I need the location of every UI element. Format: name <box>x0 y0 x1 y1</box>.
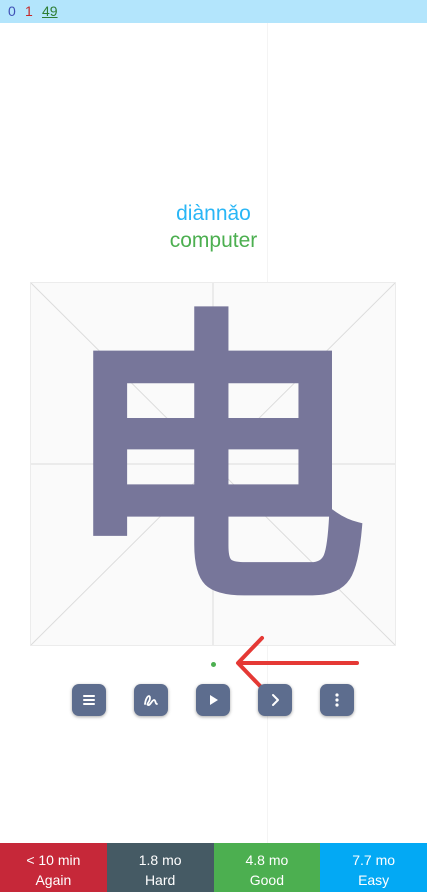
stroke-order-button[interactable] <box>134 684 168 716</box>
easy-interval: 7.7 mo <box>352 852 396 868</box>
again-button[interactable]: < 10 min Again <box>0 843 107 892</box>
more-vertical-icon <box>335 693 339 707</box>
easy-label: Easy <box>358 872 390 888</box>
again-label: Again <box>35 872 72 888</box>
review-count[interactable]: 49 <box>42 0 58 23</box>
pinyin-text: diànnǎo <box>176 202 251 225</box>
hard-label: Hard <box>144 872 176 888</box>
character-grid[interactable]: 电 <box>30 282 396 646</box>
next-stroke-button[interactable] <box>258 684 292 716</box>
review-counts-bar: 0 1 49 <box>0 0 427 23</box>
play-icon <box>210 695 218 705</box>
hanzi-character: 电 <box>59 284 369 645</box>
learn-count: 1 <box>25 3 33 19</box>
good-label: Good <box>249 872 284 888</box>
easy-button[interactable]: 7.7 mo Easy <box>320 843 427 892</box>
progress-dot <box>211 662 216 667</box>
more-options-button[interactable] <box>320 684 354 716</box>
hard-interval: 1.8 mo <box>138 852 182 868</box>
meaning-text: computer <box>169 229 258 252</box>
menu-icon <box>83 695 95 705</box>
play-animation-button[interactable] <box>196 684 230 716</box>
new-count: 0 <box>8 3 16 19</box>
good-interval: 4.8 mo <box>245 852 289 868</box>
again-interval: < 10 min <box>26 852 81 868</box>
stroke-order-icon <box>144 695 158 706</box>
hard-button[interactable]: 1.8 mo Hard <box>106 843 214 892</box>
chevron-right-icon <box>272 694 279 706</box>
menu-button[interactable] <box>72 684 106 716</box>
good-button[interactable]: 4.8 mo Good <box>213 843 321 892</box>
answer-buttons: < 10 min Again 1.8 mo Hard 4.8 mo Good 7… <box>0 843 427 892</box>
